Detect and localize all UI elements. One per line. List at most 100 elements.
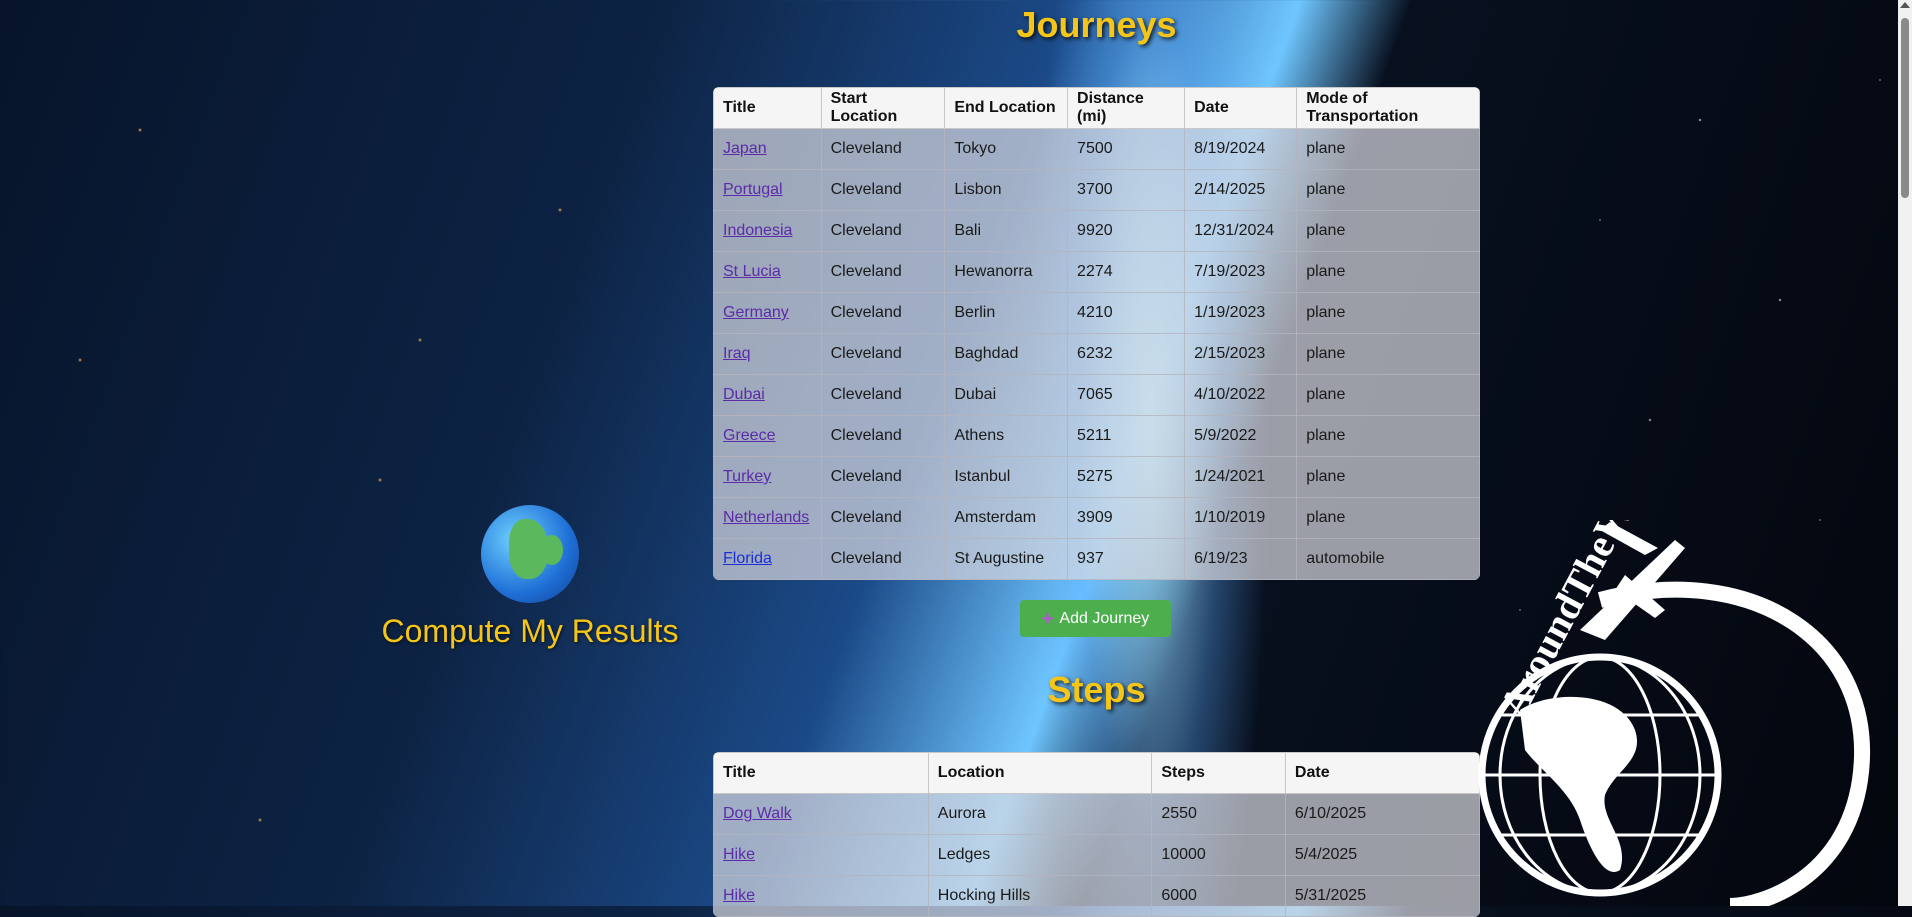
row-title-link[interactable]: Netherlands xyxy=(723,509,809,526)
date-cell: 6/19/23 xyxy=(1184,538,1298,580)
start-cell: Cleveland xyxy=(820,169,946,211)
title-cell: Germany xyxy=(713,292,822,334)
row-title-link[interactable]: Hike xyxy=(723,887,755,904)
table-row: Iraq Cleveland Baghdad 6232 2/15/2023 plane xyxy=(713,333,1480,375)
date-cell: 8/19/2024 xyxy=(1184,128,1298,170)
steps-cell: 2550 xyxy=(1151,793,1286,835)
steps-cell: 6000 xyxy=(1151,875,1286,917)
date-cell: 1/19/2023 xyxy=(1184,292,1298,334)
mode-cell: plane xyxy=(1296,374,1480,416)
location-cell: Ledges xyxy=(927,834,1153,876)
distance-cell: 5211 xyxy=(1067,415,1186,457)
start-cell: Cleveland xyxy=(820,415,946,457)
journeys-heading: Journeys xyxy=(1016,4,1177,45)
mode-cell: plane xyxy=(1296,210,1480,252)
distance-cell: 7500 xyxy=(1067,128,1186,170)
row-title-link[interactable]: St Lucia xyxy=(723,263,781,280)
column-header: Date xyxy=(1184,87,1298,129)
table-row: Hike Hocking Hills 6000 5/31/2025 xyxy=(713,875,1480,917)
row-title-link[interactable]: Japan xyxy=(723,140,767,157)
journeys-table: Title Start Location End Location Distance … xyxy=(713,87,1480,580)
distance-cell: 6232 xyxy=(1067,333,1186,375)
table-row: Greece Cleveland Athens 5211 5/9/2022 plane xyxy=(713,415,1480,457)
table-row: Germany Cleveland Berlin 4210 1/19/2023 plane xyxy=(713,292,1480,334)
distance-cell: 2274 xyxy=(1067,251,1186,293)
start-cell: Cleveland xyxy=(820,538,946,580)
end-cell: Hewanorra xyxy=(944,251,1069,293)
date-cell: 5/9/2022 xyxy=(1184,415,1298,457)
distance-cell: 7065 xyxy=(1067,374,1186,416)
end-cell: St Augustine xyxy=(944,538,1069,580)
location-cell: Aurora xyxy=(927,793,1153,835)
end-cell: Athens xyxy=(944,415,1069,457)
column-header: Location xyxy=(927,752,1153,794)
compute-results-block: Compute My Results xyxy=(380,505,680,650)
start-cell: Cleveland xyxy=(820,128,946,170)
title-cell: Iraq xyxy=(713,333,822,375)
start-cell: Cleveland xyxy=(820,497,946,539)
mode-cell: plane xyxy=(1296,251,1480,293)
date-cell: 12/31/2024 xyxy=(1184,210,1298,252)
title-cell: Dog Walk xyxy=(713,793,929,835)
title-cell: St Lucia xyxy=(713,251,822,293)
table-row: Netherlands Cleveland Amsterdam 3909 1/10/20… xyxy=(713,497,1480,539)
table-row: Turkey Cleveland Istanbul 5275 1/24/2021 plan… xyxy=(713,456,1480,498)
add-journey-label: Add Journey xyxy=(1059,609,1150,627)
title-cell: Japan xyxy=(713,128,822,170)
location-cell: Hocking Hills xyxy=(927,875,1153,917)
column-header: Distance (mi) xyxy=(1067,87,1186,129)
column-header: Title xyxy=(713,87,822,129)
mode-cell: plane xyxy=(1296,169,1480,211)
title-cell: Florida xyxy=(713,538,822,580)
globe-icon[interactable] xyxy=(481,505,579,603)
row-title-link[interactable]: Dubai xyxy=(723,386,765,403)
column-header: Start Location xyxy=(820,87,946,129)
scrollbar-thumb[interactable] xyxy=(1901,18,1909,198)
start-cell: Cleveland xyxy=(820,456,946,498)
title-cell: Hike xyxy=(713,875,929,917)
title-cell: Turkey xyxy=(713,456,822,498)
steps-header-row: Title Location Steps Date xyxy=(713,752,1480,794)
end-cell: Baghdad xyxy=(944,333,1069,375)
title-cell: Dubai xyxy=(713,374,822,416)
start-cell: Cleveland xyxy=(820,333,946,375)
column-header: End Location xyxy=(944,87,1069,129)
end-cell: Tokyo xyxy=(944,128,1069,170)
row-title-link[interactable]: Portugal xyxy=(723,181,783,198)
date-cell: 1/24/2021 xyxy=(1184,456,1298,498)
start-cell: Cleveland xyxy=(820,210,946,252)
title-cell: Greece xyxy=(713,415,822,457)
row-title-link[interactable]: Florida xyxy=(723,550,772,567)
journeys-header-row: Title Start Location End Location Distance … xyxy=(713,87,1480,129)
row-title-link[interactable]: Greece xyxy=(723,427,775,444)
end-cell: Istanbul xyxy=(944,456,1069,498)
row-title-link[interactable]: Germany xyxy=(723,304,789,321)
start-cell: Cleveland xyxy=(820,251,946,293)
table-row: St Lucia Cleveland Hewanorra 2274 7/19/2023 p… xyxy=(713,251,1480,293)
end-cell: Dubai xyxy=(944,374,1069,416)
add-journey-button[interactable]: + Add Journey xyxy=(1020,600,1171,637)
title-cell: Netherlands xyxy=(713,497,822,539)
table-row: Hike Ledges 10000 5/4/2025 xyxy=(713,834,1480,876)
date-cell: 1/10/2019 xyxy=(1184,497,1298,539)
date-cell: 4/10/2022 xyxy=(1184,374,1298,416)
steps-table: Title Location Steps Date Dog Walk Aurora 255… xyxy=(713,752,1480,917)
table-row: Dubai Cleveland Dubai 7065 4/10/2022 plane xyxy=(713,374,1480,416)
row-title-link[interactable]: Hike xyxy=(723,846,755,863)
date-cell: 2/14/2025 xyxy=(1184,169,1298,211)
row-title-link[interactable]: Turkey xyxy=(723,468,771,485)
row-title-link[interactable]: Iraq xyxy=(723,345,751,362)
scroll-up-arrow-icon[interactable] xyxy=(1900,2,1910,8)
column-header: Mode of Transportation xyxy=(1296,87,1480,129)
distance-cell: 9920 xyxy=(1067,210,1186,252)
title-cell: Portugal xyxy=(713,169,822,211)
page-scrollbar[interactable] xyxy=(1898,0,1912,906)
start-cell: Cleveland xyxy=(820,374,946,416)
compute-results-link[interactable]: Compute My Results xyxy=(380,613,680,650)
title-cell: Indonesia xyxy=(713,210,822,252)
row-title-link[interactable]: Dog Walk xyxy=(723,805,792,822)
row-title-link[interactable]: Indonesia xyxy=(723,222,792,239)
date-cell: 7/19/2023 xyxy=(1184,251,1298,293)
airplane-globe-logo: AroundTheWorld xyxy=(1478,520,1870,906)
table-row: Florida Cleveland St Augustine 937 6/19/23 au… xyxy=(713,538,1480,580)
